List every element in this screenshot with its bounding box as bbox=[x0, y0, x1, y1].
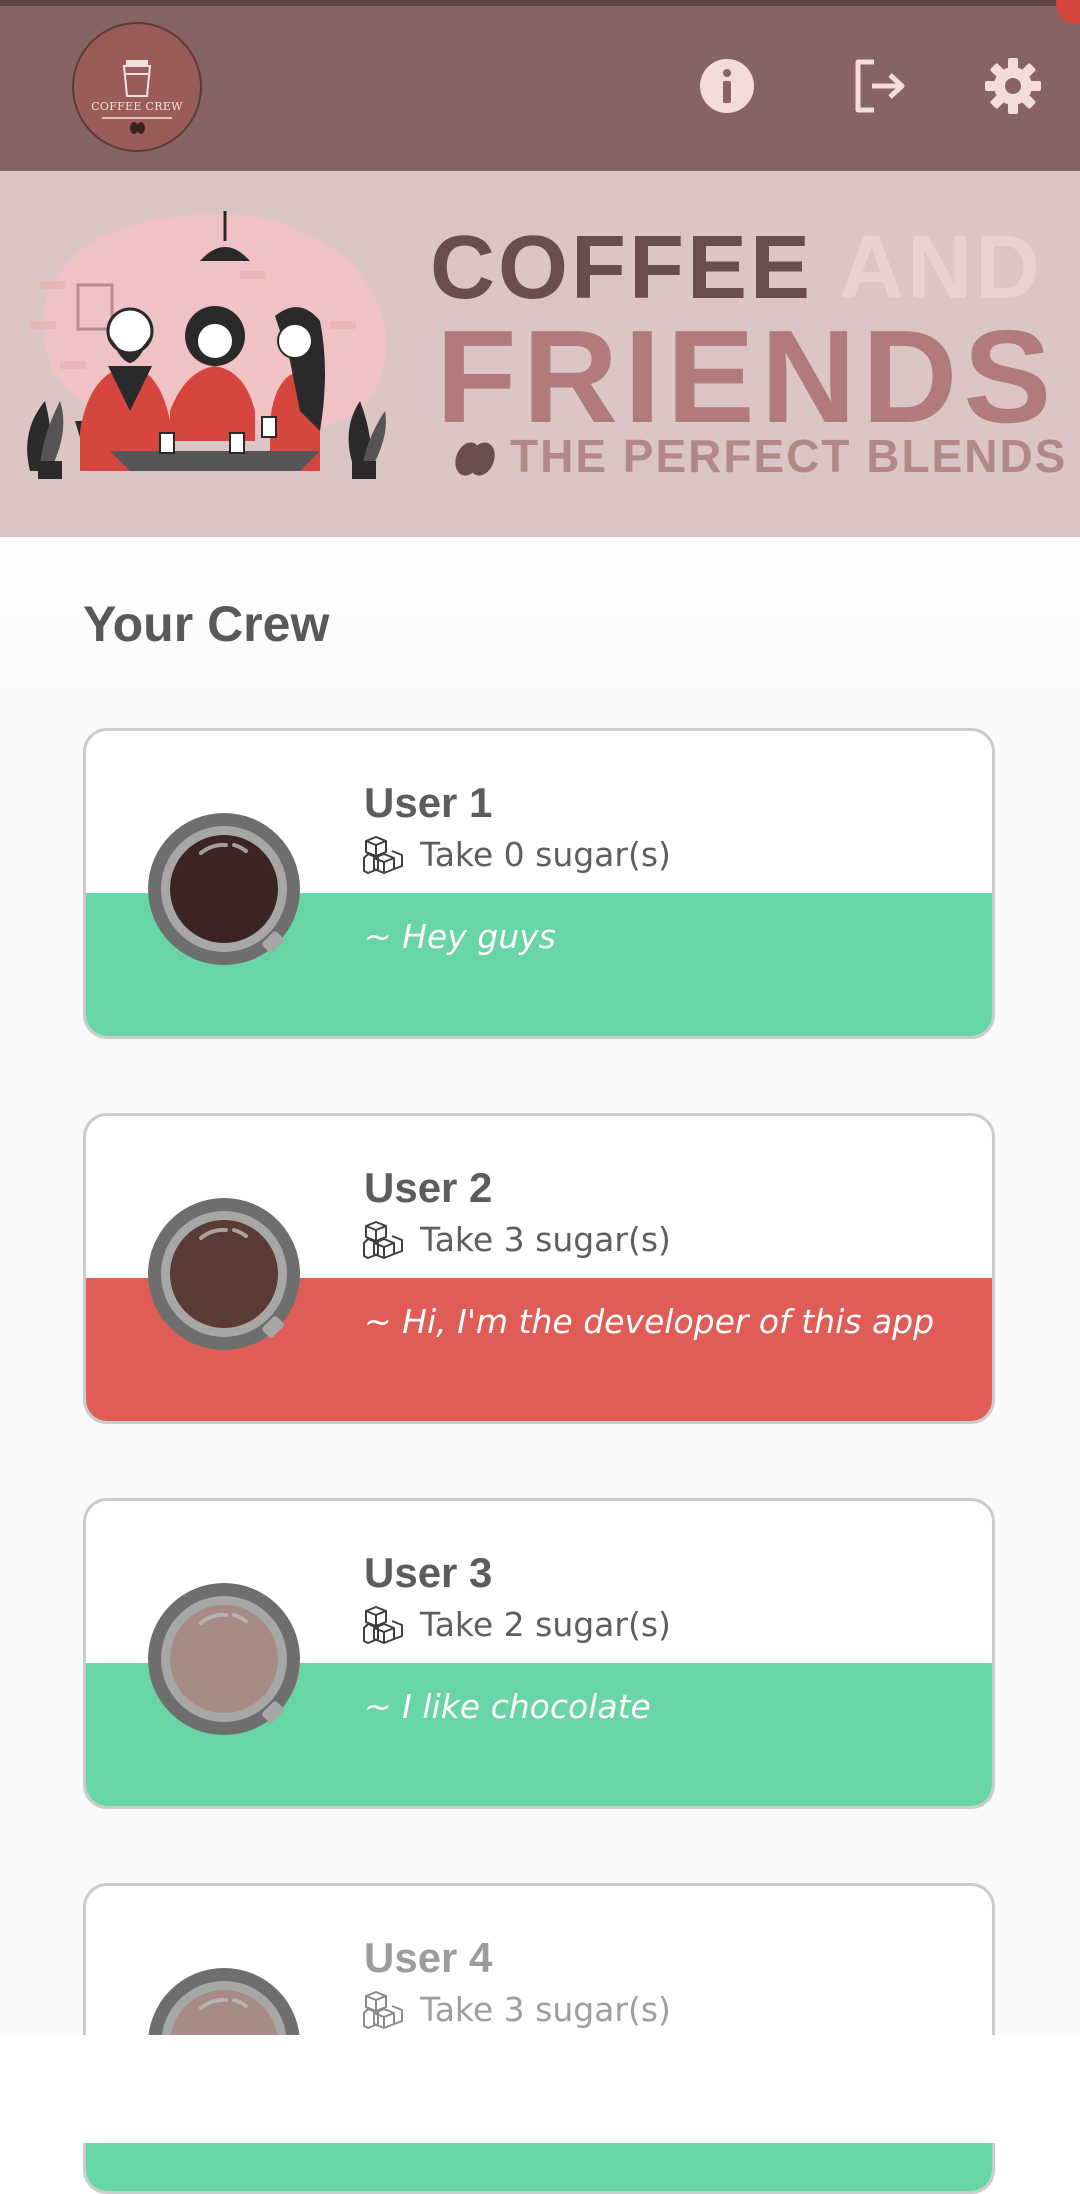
user-status-message: ~ Hey guys bbox=[364, 917, 556, 956]
user-status-message: ~ Hi, I'm the developer of this app bbox=[364, 1302, 935, 1341]
settings-button[interactable] bbox=[983, 56, 1043, 116]
app-logo[interactable]: COFFEE CREW bbox=[72, 22, 202, 152]
crew-card[interactable]: User 1 Take 0 sugar(s) ~ Hey guys bbox=[83, 728, 995, 1039]
user-status-message: ~ I like chocolate bbox=[364, 1687, 651, 1726]
friends-illustration bbox=[27, 211, 387, 479]
sugar-count: Take 3 sugar(s) bbox=[420, 1990, 671, 2029]
corner-indicator bbox=[1056, 0, 1080, 24]
sugar-cubes-icon bbox=[363, 1606, 403, 1644]
sugar-cubes-icon bbox=[363, 1221, 403, 1259]
crew-card[interactable]: User 2 Take 3 sugar(s) ~ Hi, I'm the devel… bbox=[83, 1113, 995, 1424]
banner-tagline: THE PERFECT BLENDS bbox=[510, 430, 1068, 482]
sugar-count: Take 0 sugar(s) bbox=[420, 835, 671, 874]
gear-icon bbox=[985, 58, 1041, 114]
bottom-area bbox=[0, 2035, 1080, 2143]
user-name: User 1 bbox=[364, 779, 493, 826]
crew-card[interactable]: User 3 Take 2 sugar(s) ~ I like chocolate bbox=[83, 1498, 995, 1809]
info-button[interactable] bbox=[697, 56, 757, 116]
sugar-count: Take 2 sugar(s) bbox=[420, 1605, 671, 1644]
coffee-cup-icon bbox=[148, 1583, 300, 1735]
coffee-cup-icon bbox=[148, 813, 300, 965]
sugar-count: Take 3 sugar(s) bbox=[420, 1220, 671, 1259]
coffee-beans-icon bbox=[455, 442, 495, 476]
sugar-cubes-icon bbox=[363, 1991, 403, 2029]
hero-banner: COFFEE AND FRIENDS THE PERFECT BLENDS bbox=[0, 171, 1080, 537]
info-icon bbox=[700, 59, 754, 113]
section-title: Your Crew bbox=[83, 596, 330, 652]
coffee-cup-logo-icon bbox=[102, 60, 172, 134]
banner-headline-line1: COFFEE AND bbox=[430, 223, 1043, 313]
app-bar: COFFEE CREW bbox=[0, 0, 1080, 171]
user-name: User 3 bbox=[364, 1549, 493, 1596]
logo-text: COFFEE CREW bbox=[91, 100, 183, 113]
banner-headline-line2: FRIENDS bbox=[436, 303, 1058, 450]
sugar-cubes-icon bbox=[363, 836, 403, 874]
user-name: User 2 bbox=[364, 1164, 493, 1211]
crew-section: Your Crew User 1 Take 0 sugar(s) ~ Hey guy… bbox=[0, 537, 1080, 2194]
user-name: User 4 bbox=[364, 1934, 493, 1981]
logout-button[interactable] bbox=[850, 56, 910, 116]
logout-icon bbox=[855, 59, 905, 113]
coffee-cup-icon bbox=[148, 1198, 300, 1350]
